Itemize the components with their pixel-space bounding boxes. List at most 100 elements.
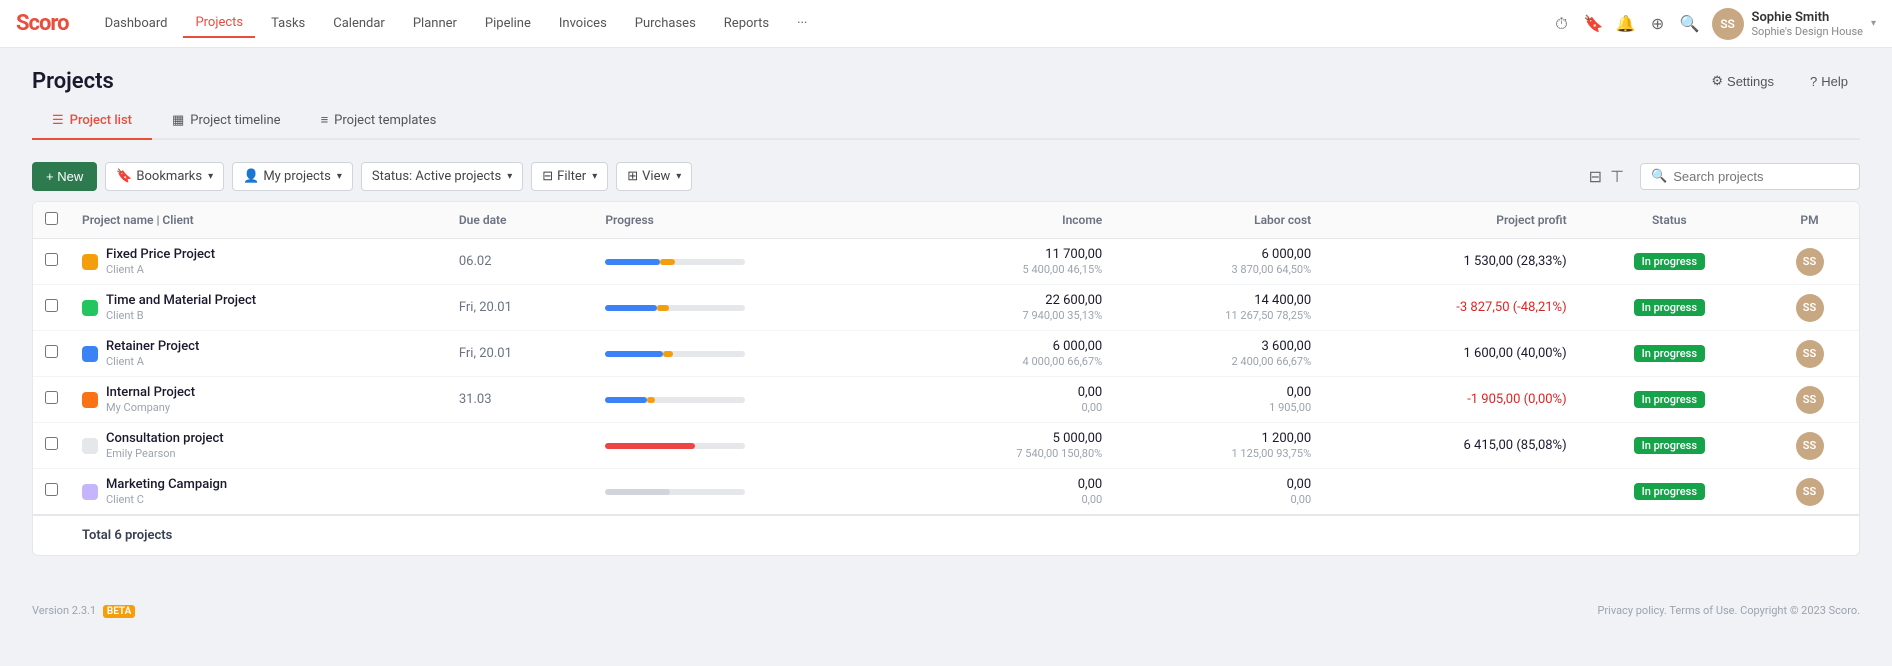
progress-cell <box>593 469 905 516</box>
project-name-text[interactable]: Fixed Price Project <box>106 247 215 262</box>
search-icon[interactable]: 🔍 <box>1680 14 1700 34</box>
labor-cost-cell: 1 200,001 125,00 93,75% <box>1114 423 1323 469</box>
table-row[interactable]: Retainer ProjectClient AFri, 20.016 000,… <box>33 331 1859 377</box>
nav-pipeline[interactable]: Pipeline <box>473 10 543 37</box>
filter-button[interactable]: ⊟ Filter ▾ <box>531 162 608 191</box>
labor-cost-cell: 14 400,0011 267,50 78,25% <box>1114 285 1323 331</box>
nav-reports[interactable]: Reports <box>712 10 781 37</box>
th-progress[interactable]: Progress <box>593 202 905 239</box>
project-name-cell[interactable]: Fixed Price ProjectClient A <box>70 239 447 285</box>
row-checkbox[interactable] <box>45 345 58 358</box>
search-input[interactable] <box>1673 169 1849 184</box>
labor-cost-cell: 0,000,00 <box>1114 469 1323 516</box>
project-name-cell[interactable]: Time and Material ProjectClient B <box>70 285 447 331</box>
th-status[interactable]: Status <box>1579 202 1760 239</box>
th-income[interactable]: Income <box>905 202 1114 239</box>
progress-cell <box>593 239 905 285</box>
clock-icon[interactable]: ⏱ <box>1552 14 1572 34</box>
project-name-cell[interactable]: Internal ProjectMy Company <box>70 377 447 423</box>
row-checkbox-cell <box>33 239 70 285</box>
page-title: Projects <box>32 69 114 94</box>
status-filter-button[interactable]: Status: Active projects ▾ <box>361 162 523 191</box>
columns-icon[interactable]: ⊟ <box>1589 167 1602 186</box>
row-checkbox[interactable] <box>45 299 58 312</box>
status-cell: In progress <box>1579 469 1760 516</box>
income-sub: 4 000,00 66,67% <box>917 355 1102 368</box>
row-checkbox[interactable] <box>45 391 58 404</box>
tab-project-templates[interactable]: ≡ Project templates <box>301 102 457 140</box>
my-projects-button[interactable]: 👤 My projects ▾ <box>232 162 353 191</box>
table-row[interactable]: Fixed Price ProjectClient A06.0211 700,0… <box>33 239 1859 285</box>
footer-links[interactable]: Privacy policy. Terms of Use. Copyright … <box>1597 604 1860 617</box>
labor-cost-cell: 0,001 905,00 <box>1114 377 1323 423</box>
tab-project-list[interactable]: ☰ Project list <box>32 102 152 140</box>
avatar: SS <box>1712 8 1744 40</box>
row-checkbox-cell <box>33 285 70 331</box>
project-color-dot <box>82 438 98 454</box>
project-client: My Company <box>106 401 195 414</box>
th-labor-cost[interactable]: Labor cost <box>1114 202 1323 239</box>
new-project-button[interactable]: + New <box>32 162 97 191</box>
nav-projects[interactable]: Projects <box>183 9 255 38</box>
beta-badge: BETA <box>103 605 135 618</box>
pm-cell: SS <box>1760 377 1859 423</box>
user-company: Sophie's Design House <box>1752 25 1863 38</box>
progress-bar <box>605 305 745 311</box>
nav-dashboard[interactable]: Dashboard <box>93 10 180 37</box>
labor-sub: 11 267,50 78,25% <box>1126 309 1311 322</box>
filter-toggle-icon[interactable]: ⊤ <box>1610 167 1624 186</box>
project-name-cell[interactable]: Retainer ProjectClient A <box>70 331 447 377</box>
th-due-date[interactable]: Due date <box>447 202 594 239</box>
nav-invoices[interactable]: Invoices <box>547 10 619 37</box>
row-checkbox[interactable] <box>45 437 58 450</box>
row-checkbox-cell <box>33 377 70 423</box>
select-all-checkbox[interactable] <box>45 212 58 225</box>
row-checkbox[interactable] <box>45 253 58 266</box>
th-pm[interactable]: PM <box>1760 202 1859 239</box>
progress-blue <box>605 259 660 265</box>
table-row[interactable]: Time and Material ProjectClient BFri, 20… <box>33 285 1859 331</box>
project-name-text[interactable]: Time and Material Project <box>106 293 256 308</box>
help-button[interactable]: ? Help <box>1798 69 1860 94</box>
plus-icon[interactable]: ⊕ <box>1648 14 1668 34</box>
income-sub: 7 940,00 35,13% <box>917 309 1102 322</box>
table-row[interactable]: Consultation projectEmily Pearson5 000,0… <box>33 423 1859 469</box>
version-info: Version 2.3.1 BETA <box>32 604 135 617</box>
row-checkbox-cell <box>33 469 70 516</box>
total-row: Total 6 projects <box>33 515 1859 555</box>
project-name-text[interactable]: Marketing Campaign <box>106 477 227 492</box>
pm-avatar: SS <box>1796 432 1824 460</box>
search-container: 🔍 <box>1640 163 1860 190</box>
project-client: Client C <box>106 493 227 506</box>
tab-project-timeline[interactable]: ▦ Project timeline <box>152 102 301 140</box>
logo[interactable]: Scoro <box>16 11 69 36</box>
project-name-cell[interactable]: Marketing CampaignClient C <box>70 469 447 516</box>
table-row[interactable]: Marketing CampaignClient C0,000,000,000,… <box>33 469 1859 516</box>
labor-main: 0,00 <box>1126 477 1311 492</box>
bell-icon[interactable]: 🔔 <box>1616 14 1636 34</box>
nav-more[interactable]: ··· <box>785 10 819 37</box>
th-project-name[interactable]: Project name | Client <box>70 202 447 239</box>
income-main: 22 600,00 <box>917 293 1102 308</box>
project-client: Client B <box>106 309 256 322</box>
project-name-cell[interactable]: Consultation projectEmily Pearson <box>70 423 447 469</box>
project-name-text[interactable]: Retainer Project <box>106 339 199 354</box>
table-row[interactable]: Internal ProjectMy Company31.030,000,000… <box>33 377 1859 423</box>
th-project-profit[interactable]: Project profit <box>1323 202 1578 239</box>
settings-button[interactable]: ⚙ Settings <box>1699 68 1786 94</box>
chevron-down-icon: ▾ <box>208 171 213 182</box>
nav-planner[interactable]: Planner <box>401 10 469 37</box>
bookmarks-button[interactable]: 🔖 Bookmarks ▾ <box>105 162 224 191</box>
project-name-text[interactable]: Consultation project <box>106 431 224 446</box>
labor-main: 6 000,00 <box>1126 247 1311 262</box>
nav-purchases[interactable]: Purchases <box>623 10 708 37</box>
nav-calendar[interactable]: Calendar <box>321 10 397 37</box>
user-avatar-menu[interactable]: SS Sophie Smith Sophie's Design House ▾ <box>1712 8 1876 40</box>
view-button[interactable]: ⊞ View ▾ <box>616 162 692 191</box>
project-name-text[interactable]: Internal Project <box>106 385 195 400</box>
nav-tasks[interactable]: Tasks <box>259 10 317 37</box>
progress-bar <box>605 489 745 495</box>
bookmark-icon[interactable]: 🔖 <box>1584 14 1604 34</box>
row-checkbox[interactable] <box>45 483 58 496</box>
total-checkbox-cell <box>33 515 70 555</box>
